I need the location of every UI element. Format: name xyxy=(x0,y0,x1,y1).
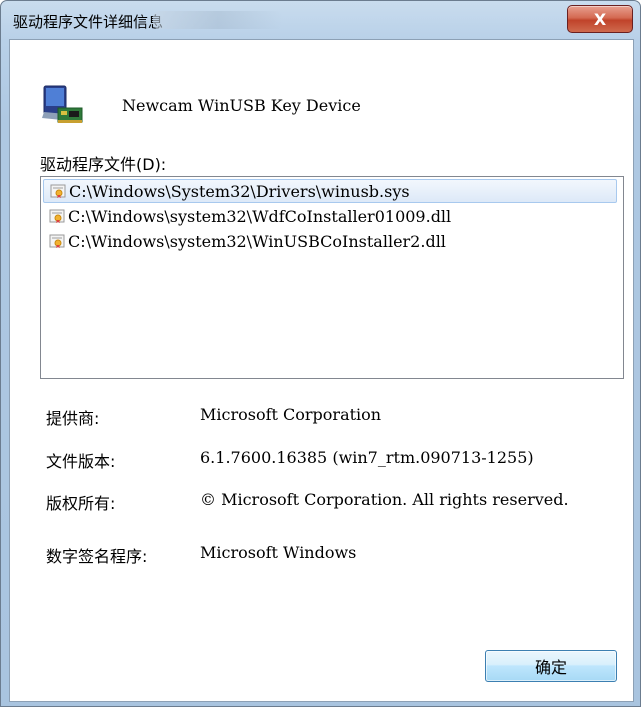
close-button[interactable]: X xyxy=(567,5,633,33)
window-title: 驱动程序文件详细信息 xyxy=(13,13,164,31)
driver-file-details-dialog: 驱动程序文件详细信息 X Newcam WinUSB Key Device 驱动… xyxy=(0,0,641,707)
title-glow xyxy=(153,11,283,29)
copyright-label: 版权所有: xyxy=(46,494,116,513)
list-item[interactable]: C:\Windows\system32\WinUSBCoInstaller2.d… xyxy=(43,229,617,253)
file-path: C:\Windows\system32\WdfCoInstaller01009.… xyxy=(68,206,452,226)
digital-signer-label: 数字签名程序: xyxy=(46,547,148,566)
driver-file-icon xyxy=(49,234,65,248)
provider-value: Microsoft Corporation xyxy=(200,405,382,424)
ok-button-label: 确定 xyxy=(534,658,567,677)
driver-file-icon xyxy=(50,184,66,198)
file-path: C:\Windows\system32\WinUSBCoInstaller2.d… xyxy=(68,231,446,251)
digital-signer-value: Microsoft Windows xyxy=(200,543,357,562)
file-version-label: 文件版本: xyxy=(46,452,116,471)
title-bar[interactable]: 驱动程序文件详细信息 X xyxy=(1,1,640,39)
close-icon: X xyxy=(593,9,607,29)
file-version-value: 6.1.7600.16385 (win7_rtm.090713-1255) xyxy=(200,448,534,467)
driver-file-icon xyxy=(49,209,65,223)
device-driver-icon xyxy=(42,85,83,123)
driver-files-label: 驱动程序文件(D): xyxy=(40,155,167,174)
file-path: C:\Windows\System32\Drivers\winusb.sys xyxy=(69,181,410,201)
dialog-body: Newcam WinUSB Key Device 驱动程序文件(D): C:\W… xyxy=(9,39,634,702)
device-name: Newcam WinUSB Key Device xyxy=(122,96,361,115)
provider-label: 提供商: xyxy=(46,409,100,428)
driver-files-list[interactable]: C:\Windows\System32\Drivers\winusb.sys C… xyxy=(40,176,624,379)
ok-button[interactable]: 确定 xyxy=(485,650,617,682)
copyright-value: © Microsoft Corporation. All rights rese… xyxy=(200,490,569,509)
list-item[interactable]: C:\Windows\system32\WdfCoInstaller01009.… xyxy=(43,204,617,228)
list-item[interactable]: C:\Windows\System32\Drivers\winusb.sys xyxy=(43,179,617,203)
